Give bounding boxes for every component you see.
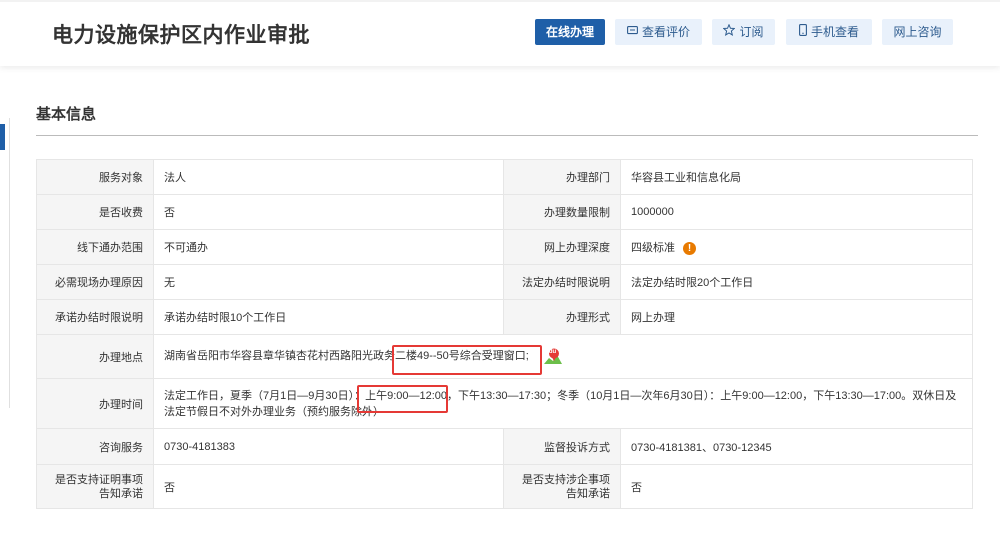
department-value: 华容县工业和信息化局: [620, 159, 973, 195]
complaint-label: 监督投诉方式: [503, 428, 621, 465]
offline-scope-value: 不可通办: [153, 229, 504, 265]
complaint-value: 0730-4181381、0730-12345: [620, 428, 973, 465]
hours-value: 法定工作日，夏季（7月1日—9月30日）：上午9:00—12:00，下午13:3…: [153, 378, 973, 429]
info-alert-icon[interactable]: !: [683, 241, 696, 255]
enterprise-promise-value: 否: [620, 464, 973, 509]
legal-limit-value: 法定办结时限20个工作日: [620, 264, 973, 300]
table-row: 承诺办结时限说明 承诺办结时限10个工作日 办理形式 网上办理: [36, 299, 973, 335]
table-row: 服务对象 法人 办理部门 华容县工业和信息化局: [36, 159, 973, 195]
mobile-view-label: 手机查看: [810, 25, 859, 39]
table-row: 必需现场办理原因 无 法定办结时限说明 法定办结时限20个工作日: [36, 264, 973, 300]
table-row: 是否收费 否 办理数量限制 1000000: [36, 194, 973, 230]
cert-promise-label: 是否支持证明事项告知承诺: [36, 464, 154, 509]
side-nav-active-item[interactable]: [0, 124, 5, 150]
table-row: 办理时间 法定工作日，夏季（7月1日—9月30日）：上午9:00—12:00，下…: [36, 378, 973, 429]
subscribe-button[interactable]: 订阅: [712, 19, 775, 45]
service-target-label: 服务对象: [36, 159, 154, 195]
page-header: 电力设施保护区内作业审批 在线办理 查看评价 订阅 手机查看 网上咨询: [0, 0, 1000, 66]
top-divider: [0, 0, 1000, 2]
online-consult-button[interactable]: 网上咨询: [882, 19, 953, 45]
onsite-reason-value: 无: [153, 264, 504, 300]
section-divider: [36, 135, 978, 136]
form-label: 办理形式: [503, 299, 621, 335]
consult-phone-value: 0730-4181383: [153, 428, 504, 465]
promised-limit-value: 承诺办结时限10个工作日: [153, 299, 504, 335]
online-consult-label: 网上咨询: [893, 25, 942, 39]
online-depth-label: 网上办理深度: [503, 229, 621, 265]
hours-label: 办理时间: [36, 378, 154, 429]
table-row: 咨询服务 0730-4181383 监督投诉方式 0730-4181381、07…: [36, 428, 973, 465]
onsite-reason-label: 必需现场办理原因: [36, 264, 154, 300]
online-depth-cell: 四级标准!: [620, 229, 973, 265]
table-row: 办理地点 湖南省岳阳市华容县章华镇杏花村西路阳光政务二楼49--50号综合受理窗…: [36, 334, 973, 379]
mobile-icon: [799, 20, 807, 46]
subscribe-label: 订阅: [739, 25, 764, 39]
page-title: 电力设施保护区内作业审批: [52, 24, 310, 47]
online-depth-value: 四级标准: [631, 242, 675, 254]
online-handle-label: 在线办理: [545, 25, 594, 39]
table-row: 线下通办范围 不可通办 网上办理深度 四级标准!: [36, 229, 973, 265]
form-value: 网上办理: [620, 299, 973, 335]
offline-scope-label: 线下通办范围: [36, 229, 154, 265]
department-label: 办理部门: [503, 159, 621, 195]
enterprise-promise-label: 是否支持涉企事项告知承诺: [503, 464, 621, 509]
basic-info-table: 服务对象 法人 办理部门 华容县工业和信息化局 是否收费 否 办理数量限制 10…: [36, 159, 973, 509]
comment-icon: [627, 20, 638, 46]
location-value: 湖南省岳阳市华容县章华镇杏花村西路阳光政务二楼49--50号综合受理窗口;: [164, 350, 529, 363]
legal-limit-label: 法定办结时限说明: [503, 264, 621, 300]
cert-promise-value: 否: [153, 464, 504, 509]
map-marker-icon[interactable]: du: [543, 348, 563, 366]
charge-label: 是否收费: [36, 194, 154, 230]
charge-value: 否: [153, 194, 504, 230]
view-review-button[interactable]: 查看评价: [615, 19, 702, 45]
section-title: 基本信息: [36, 106, 97, 123]
promised-limit-label: 承诺办结时限说明: [36, 299, 154, 335]
location-label: 办理地点: [36, 334, 154, 379]
mobile-view-button[interactable]: 手机查看: [786, 19, 872, 45]
star-icon: [722, 20, 737, 46]
side-nav: [0, 118, 10, 408]
consult-phone-label: 咨询服务: [36, 428, 154, 465]
table-row: 是否支持证明事项告知承诺 否 是否支持涉企事项告知承诺 否: [36, 464, 973, 509]
quantity-limit-value: 1000000: [620, 194, 973, 230]
view-review-label: 查看评价: [641, 25, 690, 39]
online-handle-button[interactable]: 在线办理: [535, 19, 605, 45]
quantity-limit-label: 办理数量限制: [503, 194, 621, 230]
location-cell: 湖南省岳阳市华容县章华镇杏花村西路阳光政务二楼49--50号综合受理窗口; du: [153, 334, 973, 379]
map-badge-text: du: [548, 348, 557, 355]
service-target-value: 法人: [153, 159, 504, 195]
